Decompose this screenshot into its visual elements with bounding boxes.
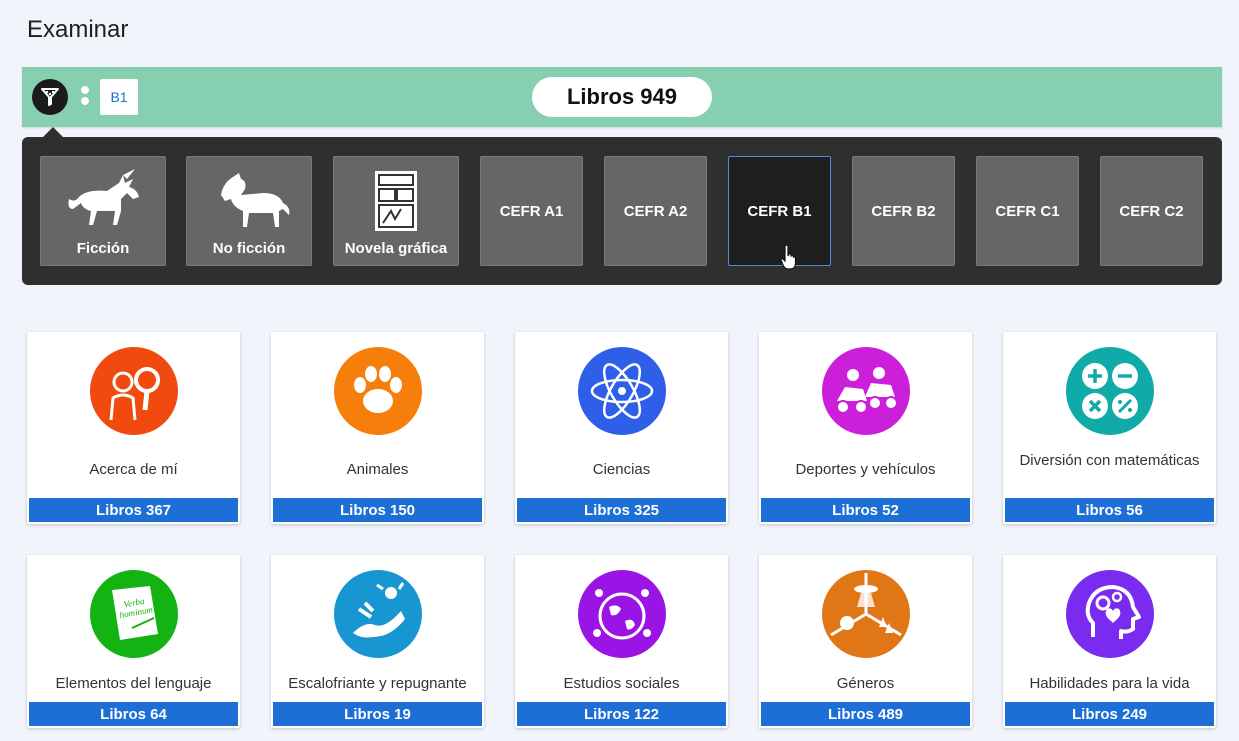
filter-option-label: CEFR B1 bbox=[747, 202, 812, 220]
category-card-escalofriante-y-repugnante[interactable]: Escalofriante y repugnante Libros 19 bbox=[271, 555, 484, 728]
category-label: Elementos del lenguaje bbox=[55, 675, 212, 692]
filter-option-label: Ficción bbox=[76, 240, 130, 257]
category-label: Diversión con matemáticas bbox=[1019, 452, 1200, 469]
category-card-estudios-sociales[interactable]: Estudios sociales Libros 122 bbox=[515, 555, 728, 728]
filter-option-label: CEFR B2 bbox=[871, 202, 936, 220]
total-books-count: Libros 949 bbox=[532, 77, 712, 117]
category-card-acerca-de-mi[interactable]: Acerca de mí Libros 367 bbox=[27, 332, 240, 524]
comic-icon bbox=[375, 171, 417, 231]
globe-people-icon bbox=[577, 570, 666, 658]
category-label: Deportes y vehículos bbox=[795, 461, 936, 478]
category-count: Libros 325 bbox=[517, 498, 726, 522]
category-label: Estudios sociales bbox=[563, 675, 680, 692]
category-count: Libros 367 bbox=[29, 498, 238, 522]
category-card-habilidades-para-la-vida[interactable]: Habilidades para la vida Libros 249 bbox=[1003, 555, 1216, 728]
category-label: Habilidades para la vida bbox=[1029, 675, 1190, 692]
genres-icon bbox=[821, 570, 910, 658]
category-card-animales[interactable]: Animales Libros 150 bbox=[271, 332, 484, 524]
filter-option-label: No ficción bbox=[212, 240, 286, 257]
category-label: Escalofriante y repugnante bbox=[288, 675, 467, 692]
filter-panel: Ficción No ficción Novela gráfica CEFR A… bbox=[22, 137, 1222, 285]
category-count: Libros 52 bbox=[761, 498, 970, 522]
category-card-deportes-y-vehiculos[interactable]: Deportes y vehículos Libros 52 bbox=[759, 332, 972, 524]
filter-option-cefr-b2[interactable]: CEFR B2 bbox=[852, 156, 955, 266]
category-card-generos[interactable]: Géneros Libros 489 bbox=[759, 555, 972, 728]
more-options-icon[interactable] bbox=[81, 86, 89, 110]
active-filter-chip[interactable]: B1 bbox=[100, 79, 138, 115]
scroll-quill-icon: Verba hominum bbox=[89, 570, 178, 658]
filter-icon bbox=[41, 88, 59, 106]
filter-option-ficcion[interactable]: Ficción bbox=[40, 156, 166, 266]
category-count: Libros 64 bbox=[29, 702, 238, 726]
filter-option-label: CEFR A1 bbox=[499, 202, 564, 220]
category-count: Libros 249 bbox=[1005, 702, 1214, 726]
category-label: Acerca de mí bbox=[89, 461, 178, 478]
filter-toggle-button[interactable] bbox=[32, 79, 68, 115]
filter-option-novela-grafica[interactable]: Novela gráfica bbox=[333, 156, 459, 266]
category-label: Animales bbox=[346, 461, 409, 478]
category-count: Libros 150 bbox=[273, 498, 482, 522]
filter-option-label: CEFR A2 bbox=[623, 202, 688, 220]
panel-caret bbox=[43, 127, 63, 137]
category-card-diversion-con-matematicas[interactable]: Diversión con matemáticas Libros 56 bbox=[1003, 332, 1216, 524]
filter-bar: B1 Libros 949 bbox=[22, 67, 1222, 127]
page-title: Examinar bbox=[27, 16, 129, 43]
filter-option-cefr-a1[interactable]: CEFR A1 bbox=[480, 156, 583, 266]
filter-option-label: CEFR C2 bbox=[1119, 202, 1184, 220]
category-card-elementos-del-lenguaje[interactable]: Verba hominum Elementos del lenguaje Libr… bbox=[27, 555, 240, 728]
horse-icon bbox=[221, 173, 290, 227]
math-operators-icon bbox=[1065, 347, 1154, 435]
monster-icon bbox=[333, 570, 422, 658]
category-count: Libros 19 bbox=[273, 702, 482, 726]
go-kart-icon bbox=[821, 347, 910, 435]
atom-icon bbox=[577, 347, 666, 435]
filter-option-label: Novela gráfica bbox=[344, 240, 448, 257]
category-card-ciencias[interactable]: Ciencias Libros 325 bbox=[515, 332, 728, 524]
category-label: Ciencias bbox=[592, 461, 651, 478]
hand-pointer-icon bbox=[780, 244, 797, 270]
paw-icon bbox=[333, 347, 422, 435]
filter-option-cefr-a2[interactable]: CEFR A2 bbox=[604, 156, 707, 266]
head-gear-heart-icon bbox=[1065, 570, 1154, 658]
unicorn-icon bbox=[68, 169, 139, 225]
person-magnifier-icon bbox=[89, 347, 178, 435]
category-label: Géneros bbox=[836, 675, 895, 692]
filter-option-no-ficcion[interactable]: No ficción bbox=[186, 156, 312, 266]
category-count: Libros 122 bbox=[517, 702, 726, 726]
filter-option-label: CEFR C1 bbox=[995, 202, 1060, 220]
filter-option-cefr-c1[interactable]: CEFR C1 bbox=[976, 156, 1079, 266]
filter-option-cefr-c2[interactable]: CEFR C2 bbox=[1100, 156, 1203, 266]
category-count: Libros 489 bbox=[761, 702, 970, 726]
category-count: Libros 56 bbox=[1005, 498, 1214, 522]
